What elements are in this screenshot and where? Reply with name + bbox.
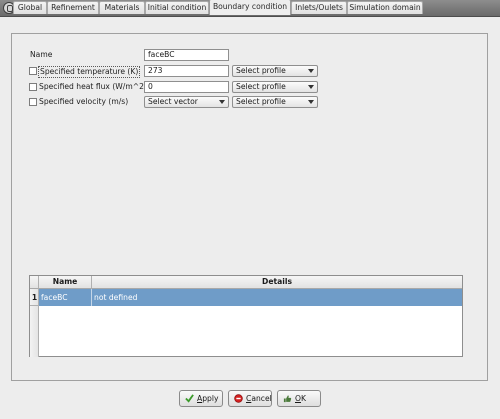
velocity-vector-value: Select vector xyxy=(148,97,198,106)
temperature-checkbox[interactable] xyxy=(29,67,37,75)
tab-boundary-condition[interactable]: Boundary condition xyxy=(209,0,291,15)
velocity-label: Specified velocity (m/s) xyxy=(39,97,129,106)
row-number[interactable]: 1 xyxy=(30,289,39,306)
chevron-down-icon xyxy=(308,100,314,104)
cancel-button-label: Cancel xyxy=(246,394,272,403)
chevron-down-icon xyxy=(219,100,225,104)
name-label: Name xyxy=(30,50,53,59)
heat-flux-checkbox[interactable] xyxy=(29,83,37,91)
temperature-profile-select[interactable]: Select profile xyxy=(232,65,318,77)
chevron-down-icon xyxy=(308,69,314,73)
tab-inlets-oulets[interactable]: Inlets/Oulets xyxy=(291,1,347,14)
velocity-profile-value: Select profile xyxy=(236,97,286,106)
tab-materials[interactable]: Materials xyxy=(99,1,145,14)
checkmark-icon xyxy=(185,394,194,403)
tab-refinement[interactable]: Refinement xyxy=(47,1,99,14)
tab-initial-condition[interactable]: Initial condition xyxy=(145,1,209,14)
stop-icon xyxy=(234,394,243,403)
cancel-button[interactable]: Cancel xyxy=(228,390,272,407)
column-header-details[interactable]: Details xyxy=(92,276,462,289)
temperature-profile-value: Select profile xyxy=(236,66,286,75)
temperature-field[interactable]: 273 xyxy=(144,65,229,77)
velocity-vector-select[interactable]: Select vector xyxy=(144,96,229,108)
apply-button[interactable]: Apply xyxy=(179,390,223,407)
velocity-profile-select[interactable]: Select profile xyxy=(232,96,318,108)
velocity-checkbox[interactable] xyxy=(29,98,37,106)
heat-flux-profile-value: Select profile xyxy=(236,82,286,91)
cell-details[interactable]: not defined xyxy=(92,289,462,306)
table-corner xyxy=(30,276,39,289)
cell-name[interactable]: faceBC xyxy=(39,289,92,306)
tab-simulation-domain[interactable]: Simulation domain xyxy=(347,1,423,14)
thumbs-up-icon xyxy=(283,395,292,403)
column-header-name[interactable]: Name xyxy=(39,276,92,289)
ok-button[interactable]: OK xyxy=(277,390,321,407)
name-field[interactable]: faceBC xyxy=(144,49,229,61)
ok-button-label: OK xyxy=(295,394,306,403)
chevron-down-icon xyxy=(308,85,314,89)
boundary-condition-table[interactable]: Name Details 1 faceBC not defined xyxy=(29,275,463,357)
temperature-label: Specified temperature (K) xyxy=(38,66,141,78)
table-row[interactable]: faceBC not defined xyxy=(39,289,462,306)
tab-global[interactable]: Global xyxy=(13,1,47,14)
apply-button-label: Apply xyxy=(197,394,219,403)
heat-flux-field[interactable]: 0 xyxy=(144,81,229,93)
heat-flux-label: Specified heat flux (W/m^2) xyxy=(39,82,147,91)
heat-flux-profile-select[interactable]: Select profile xyxy=(232,81,318,93)
